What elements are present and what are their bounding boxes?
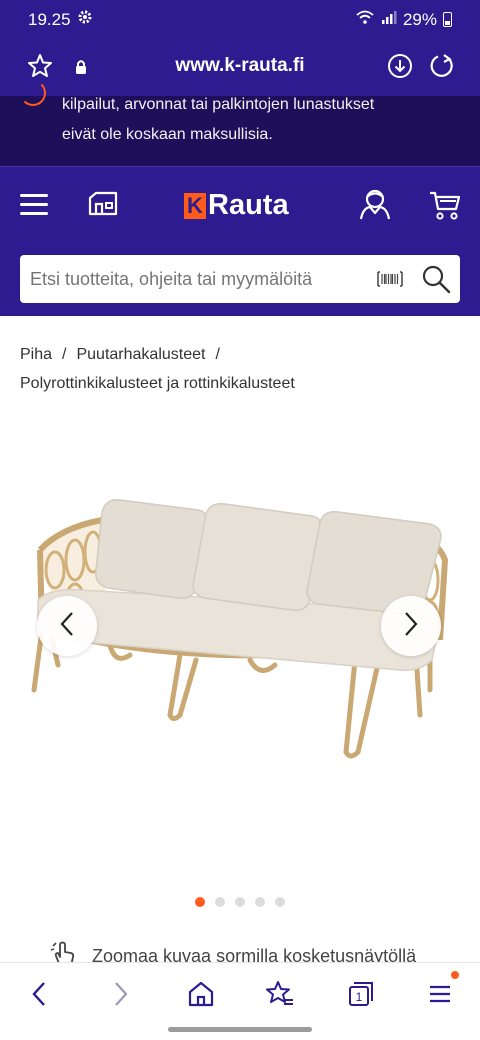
signal-icon <box>381 9 397 30</box>
gesture-home-bar[interactable] <box>168 1027 312 1032</box>
warning-icon <box>20 80 46 106</box>
logo-mark: K <box>184 192 206 219</box>
status-time: 19.25 <box>28 10 71 29</box>
product-image-gallery[interactable] <box>0 420 480 890</box>
menu-icon[interactable] <box>426 979 454 1014</box>
browser-url-bar: www.k-rauta.fi <box>0 40 480 96</box>
chevron-right-icon <box>401 610 421 643</box>
menu-icon[interactable] <box>20 194 50 216</box>
search-input[interactable] <box>30 269 370 290</box>
download-icon[interactable] <box>386 52 414 85</box>
notice-text-line2: eivät ole koskaan maksullisia. <box>62 126 273 143</box>
bookmarks-icon[interactable] <box>265 979 295 1014</box>
breadcrumb: Piha / Puutarhakalusteet / Polyrottinkikalu… <box>20 340 460 398</box>
breadcrumb-item-puutarhakalusteet[interactable]: Puutarhakalusteet <box>76 346 205 363</box>
search-icon[interactable] <box>421 264 451 299</box>
barcode-icon[interactable] <box>377 270 403 293</box>
gallery-next-button[interactable] <box>381 596 441 656</box>
cart-icon[interactable] <box>428 189 462 226</box>
status-icons: 29% <box>355 9 452 30</box>
gallery-dot[interactable] <box>195 897 205 907</box>
k-rauta-logo[interactable]: K Rauta <box>184 189 289 222</box>
reload-icon[interactable] <box>428 52 456 85</box>
store-icon[interactable] <box>87 189 119 224</box>
wifi-icon <box>355 9 375 30</box>
gallery-prev-button[interactable] <box>37 596 97 656</box>
account-icon[interactable] <box>358 187 392 226</box>
breadcrumb-item-polyrottinki[interactable]: Polyrottinkikalusteet ja rottinkikaluste… <box>20 375 295 392</box>
gallery-dot[interactable] <box>235 897 245 907</box>
gallery-pagination <box>0 897 480 909</box>
gallery-dot[interactable] <box>215 897 225 907</box>
logo-text: Rauta <box>208 189 289 221</box>
breadcrumb-separator: / <box>215 346 220 363</box>
gallery-dot[interactable] <box>255 897 265 907</box>
tabs-icon[interactable]: 1 <box>346 979 376 1014</box>
notice-banner: kilpailut, arvonnat tai palkintojen luna… <box>0 80 480 166</box>
chevron-left-icon <box>57 610 77 643</box>
home-icon[interactable] <box>186 979 216 1014</box>
battery-percent: 29% <box>402 9 437 29</box>
forward-icon[interactable] <box>106 979 134 1014</box>
search-box[interactable] <box>20 255 460 303</box>
gear-icon <box>77 9 93 30</box>
site-header: K Rauta <box>0 166 480 316</box>
back-icon[interactable] <box>26 979 54 1014</box>
tab-count: 1 <box>356 990 363 1004</box>
breadcrumb-separator: / <box>62 346 67 363</box>
breadcrumb-item-piha[interactable]: Piha <box>20 346 52 363</box>
notification-dot <box>451 971 459 979</box>
status-bar: 19.25 29% <box>0 0 480 40</box>
gallery-dot[interactable] <box>275 897 285 907</box>
battery-icon <box>443 12 452 27</box>
notice-text-line1: kilpailut, arvonnat tai palkintojen luna… <box>62 96 375 113</box>
